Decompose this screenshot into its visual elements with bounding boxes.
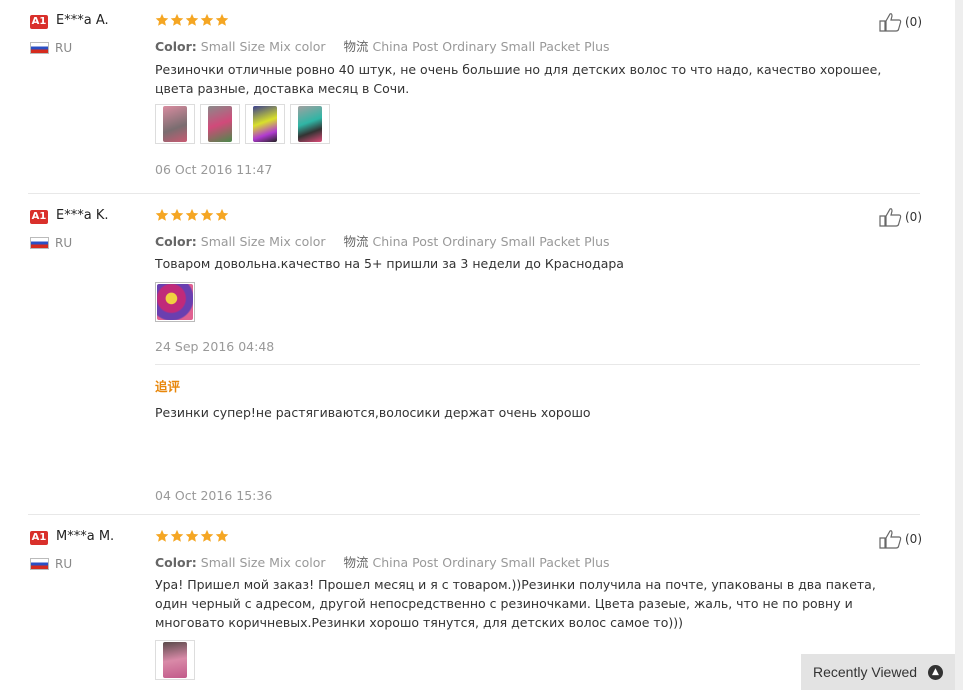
color-value: Small Size Mix color: [200, 39, 326, 54]
helpful-button[interactable]: (0): [879, 207, 922, 227]
star-icon: [200, 529, 214, 542]
star-icon: [215, 13, 229, 26]
review-text: Товаром довольна.качество на 5+ пришли з…: [155, 256, 624, 271]
star-icon: [200, 208, 214, 221]
recently-viewed-label: Recently Viewed: [813, 664, 918, 680]
review-photos: [155, 282, 195, 324]
star-rating: [155, 208, 229, 222]
shipping-key: 物流: [343, 234, 369, 249]
review-item: A1 E***a A. RU Color: Small Size Mix col…: [0, 0, 963, 193]
star-icon: [200, 13, 214, 26]
photo-image: [208, 106, 232, 142]
review-date: 24 Sep 2016 04:48: [155, 339, 275, 354]
shipping-key: 物流: [343, 555, 369, 570]
buyer-name: M***a M.: [56, 529, 115, 544]
review-photo-thumb[interactable]: [290, 104, 330, 144]
followup-date: 04 Oct 2016 15:36: [155, 488, 273, 503]
star-icon: [170, 208, 184, 221]
buyer-country: RU: [55, 557, 73, 571]
shipping-key: 物流: [343, 39, 369, 54]
star-icon: [155, 13, 169, 26]
review-photo-thumb[interactable]: [245, 104, 285, 144]
review-photo-thumb[interactable]: [155, 104, 195, 144]
thumbs-up-icon: [879, 208, 902, 227]
color-key: Color:: [155, 39, 197, 54]
star-rating: [155, 529, 229, 543]
star-icon: [155, 208, 169, 221]
review-date: 06 Oct 2016 11:47: [155, 162, 273, 177]
buyer-level-badge: A1: [30, 531, 48, 545]
photo-image: [157, 284, 193, 320]
photo-image: [253, 106, 277, 142]
followup-divider: [155, 364, 920, 365]
review-meta: Color: Small Size Mix color 物流 China Pos…: [155, 36, 610, 55]
review-photo-thumb[interactable]: [155, 282, 195, 322]
helpful-count: (0): [905, 15, 922, 29]
helpful-count: (0): [905, 210, 922, 224]
star-icon: [185, 208, 199, 221]
recently-viewed-button[interactable]: Recently Viewed ▲: [801, 654, 955, 690]
review-meta: Color: Small Size Mix color 物流 China Pos…: [155, 231, 610, 250]
russia-flag-icon: [30, 42, 49, 54]
helpful-button[interactable]: (0): [879, 12, 922, 32]
russia-flag-icon: [30, 558, 49, 570]
star-icon: [215, 529, 229, 542]
helpful-button[interactable]: (0): [879, 529, 922, 549]
star-icon: [185, 529, 199, 542]
review-item: A1 E***a K. RU Color: Small Size Mix col…: [0, 193, 963, 515]
review-photo-thumb[interactable]: [155, 640, 195, 680]
review-photos: [155, 640, 195, 682]
buyer-level-badge: A1: [30, 15, 48, 29]
buyer-level-badge: A1: [30, 210, 48, 224]
star-icon: [185, 13, 199, 26]
review-meta: Color: Small Size Mix color 物流 China Pos…: [155, 552, 610, 571]
star-rating: [155, 13, 229, 27]
shipping-value: China Post Ordinary Small Packet Plus: [372, 555, 610, 570]
thumbs-up-icon: [879, 530, 902, 549]
buyer-country: RU: [55, 41, 73, 55]
russia-flag-icon: [30, 237, 49, 249]
review-text: Ура! Пришел мой заказ! Прошел месяц и я …: [155, 577, 876, 630]
star-icon: [170, 529, 184, 542]
color-key: Color:: [155, 555, 197, 570]
photo-image: [163, 106, 187, 142]
thumbs-up-icon: [879, 13, 902, 32]
review-photos: [155, 104, 330, 146]
color-value: Small Size Mix color: [200, 234, 326, 249]
color-value: Small Size Mix color: [200, 555, 326, 570]
shipping-value: China Post Ordinary Small Packet Plus: [372, 234, 610, 249]
shipping-value: China Post Ordinary Small Packet Plus: [372, 39, 610, 54]
star-icon: [155, 529, 169, 542]
buyer-name: E***a A.: [56, 13, 109, 28]
review-text: Резиночки отличные ровно 40 штук, не оче…: [155, 62, 882, 96]
chevron-up-icon: ▲: [928, 664, 943, 680]
color-key: Color:: [155, 234, 197, 249]
helpful-count: (0): [905, 532, 922, 546]
star-icon: [170, 13, 184, 26]
star-icon: [215, 208, 229, 221]
review-photo-thumb[interactable]: [200, 104, 240, 144]
photo-image: [163, 642, 187, 678]
photo-image: [298, 106, 322, 142]
followup-label: 追评: [155, 379, 181, 394]
buyer-country: RU: [55, 236, 73, 250]
followup-text: Резинки супер!не растягиваются,волосики …: [155, 405, 591, 420]
buyer-name: E***a K.: [56, 208, 109, 223]
